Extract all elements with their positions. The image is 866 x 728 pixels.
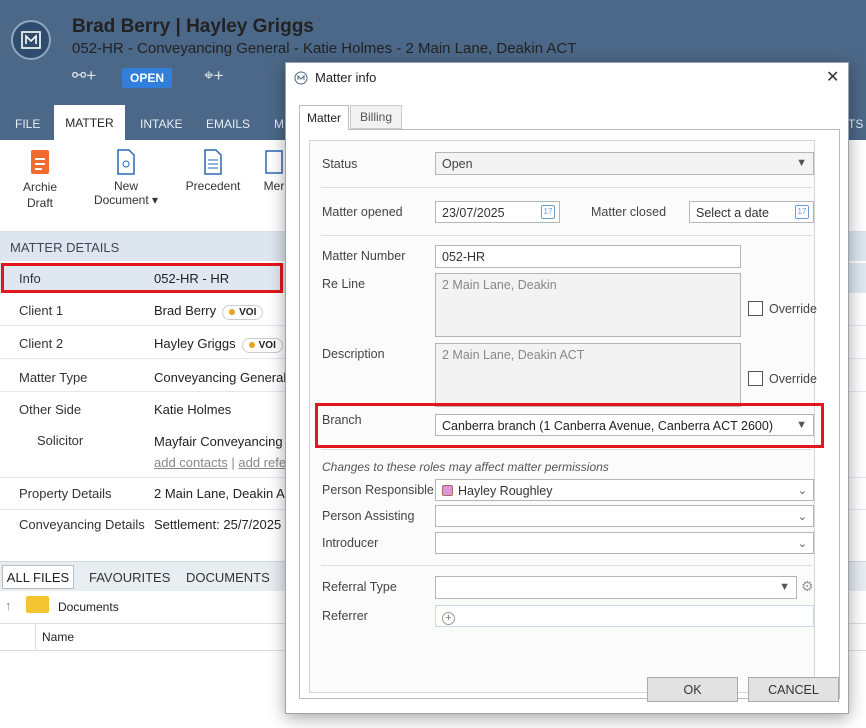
add-contacts-link[interactable]: add contacts	[154, 455, 228, 470]
voi-badge[interactable]: VOI	[241, 338, 283, 353]
column-divider	[35, 623, 36, 651]
referral-type-select[interactable]: ▼	[435, 576, 797, 599]
introducer-label: Introducer	[322, 536, 379, 550]
info-highlight-box	[1, 263, 283, 293]
introducer-select[interactable]: ⌄	[435, 532, 814, 554]
new-document-button[interactable]: New Document ▾	[92, 148, 160, 207]
folder-icon	[26, 596, 49, 613]
description-textarea[interactable]: 2 Main Lane, Deakin ACT	[435, 343, 741, 407]
up-arrow-icon[interactable]: ↑	[5, 598, 12, 613]
name-column-header[interactable]: Name	[42, 630, 74, 644]
tab-billing[interactable]: Billing	[350, 105, 402, 129]
tab-matter[interactable]: MATTER	[54, 105, 125, 140]
dropdown-arrow-icon: ▼	[779, 581, 790, 593]
roles-note: Changes to these roles may affect matter…	[322, 460, 609, 474]
description-label: Description	[322, 347, 385, 361]
matter-opened-label: Matter opened	[322, 205, 403, 219]
tab-matter-dialog[interactable]: Matter	[299, 105, 349, 130]
calendar-icon: 17	[795, 205, 809, 219]
reline-textarea[interactable]: 2 Main Lane, Deakin	[435, 273, 741, 337]
matter-logo-icon	[11, 20, 51, 60]
tab-all-files[interactable]: ALL FILES	[2, 565, 74, 589]
new-document-icon	[117, 149, 135, 175]
chevron-down-icon: ⌄	[797, 511, 807, 523]
chevron-down-icon: ⌄	[797, 485, 807, 497]
tab-emails[interactable]: EMAILS	[206, 117, 250, 131]
tab-intake[interactable]: INTAKE	[140, 117, 182, 131]
override-label: Override	[769, 372, 817, 386]
person-assisting-label: Person Assisting	[322, 509, 415, 523]
archie-icon	[31, 150, 49, 174]
referral-type-label: Referral Type	[322, 580, 397, 594]
chevron-down-icon: ⌄	[797, 538, 807, 550]
matter-number-label: Matter Number	[322, 249, 406, 263]
divider	[321, 187, 812, 188]
add-referrer-link[interactable]: add refe	[238, 455, 286, 470]
ok-button[interactable]: OK	[647, 677, 738, 702]
divider	[321, 449, 812, 450]
tab-file[interactable]: FILE	[15, 117, 40, 131]
tab-more[interactable]: M	[274, 117, 284, 131]
precedent-icon	[204, 149, 222, 175]
precedent-button[interactable]: Precedent	[183, 148, 243, 193]
reline-label: Re Line	[322, 277, 366, 291]
referrer-label: Referrer	[322, 609, 368, 623]
override-label: Override	[769, 302, 817, 316]
person-responsible-label: Person Responsible	[322, 483, 434, 497]
menu-button[interactable]: Mer	[262, 148, 286, 193]
dropdown-arrow-icon: ▼	[796, 157, 807, 169]
add-circle-icon: +	[442, 612, 455, 625]
cancel-button[interactable]: CANCEL	[748, 677, 839, 702]
status-label: Status	[322, 157, 358, 171]
divider	[321, 235, 812, 236]
menu-icon	[265, 150, 283, 174]
tab-favourites[interactable]: FAVOURITES	[89, 570, 170, 585]
folder-name[interactable]: Documents	[58, 600, 119, 614]
matter-title: Brad Berry | Hayley Griggs	[72, 16, 314, 37]
status-select[interactable]: Open ▼	[435, 152, 814, 175]
calendar-icon: 17	[541, 205, 555, 219]
user-color-icon	[442, 485, 453, 496]
reline-override-checkbox[interactable]	[748, 301, 763, 316]
description-override-checkbox[interactable]	[748, 371, 763, 386]
divider	[321, 565, 812, 566]
archie-draft-button[interactable]: Archie Draft	[14, 148, 66, 211]
dialog-logo-icon	[294, 71, 308, 85]
matter-opened-date[interactable]: 23/07/2025 17	[435, 201, 560, 223]
matter-number-input[interactable]: 052-HR	[435, 245, 741, 268]
matter-closed-label: Matter closed	[591, 205, 667, 219]
dialog-title: Matter info	[315, 70, 377, 85]
tab-overflow[interactable]: TS	[848, 117, 863, 131]
voi-badge[interactable]: VOI	[222, 305, 264, 320]
person-assisting-select[interactable]: ⌄	[435, 505, 814, 527]
referrer-input[interactable]: +	[435, 605, 814, 627]
close-icon[interactable]: ✕	[826, 67, 839, 87]
tab-documents[interactable]: DOCUMENTS	[186, 570, 270, 585]
tag-add-icon[interactable]: ⌖+	[204, 66, 224, 86]
link-add-icon[interactable]: ⚯+	[72, 66, 96, 86]
status-badge[interactable]: OPEN	[122, 68, 172, 88]
matter-subtitle: 052-HR - Conveyancing General - Katie Ho…	[72, 40, 577, 57]
person-responsible-select[interactable]: Hayley Roughley ⌄	[435, 479, 814, 501]
matter-closed-date[interactable]: Select a date 17	[689, 201, 814, 223]
gear-icon[interactable]: ⚙	[801, 578, 814, 595]
branch-highlight-box	[315, 403, 824, 448]
matter-info-dialog: Matter info ✕ Billing Matter Status Open…	[285, 62, 849, 714]
